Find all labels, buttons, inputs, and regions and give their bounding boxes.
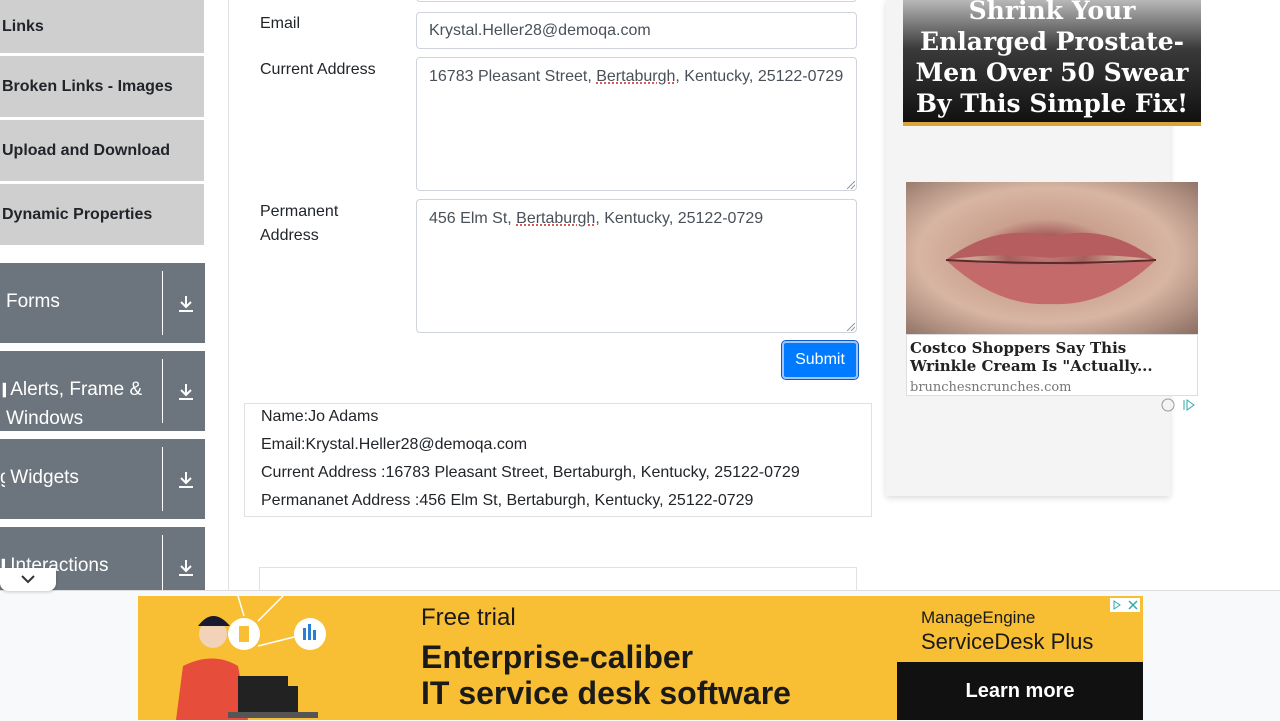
banner-product: ServiceDesk Plus [921, 629, 1094, 654]
output-permanent-address: Permananet Address :456 Elm St, Bertabur… [261, 492, 754, 509]
sidebar-group-alerts[interactable]: ▮ Alerts, Frame & Windows [0, 351, 205, 431]
sidebar-item-label: Broken Links - Images [2, 77, 173, 95]
divider [162, 535, 163, 591]
divider [162, 447, 163, 511]
sidebar-item-upload-download[interactable]: Upload and Download [0, 120, 204, 182]
learn-more-button[interactable]: Learn more [897, 662, 1143, 720]
sidebar-item-label: Links [2, 17, 44, 35]
content-divider [228, 0, 229, 600]
support-agent-illustration [176, 596, 326, 720]
sidebar-item-broken-links[interactable]: Broken Links - Images [0, 56, 204, 118]
sidebar-group-widgets[interactable]: g Widgets [0, 439, 205, 519]
ad-caption[interactable]: Costco Shoppers Say This Wrinkle Cream I… [906, 334, 1198, 396]
adchoices-icon[interactable] [1160, 398, 1200, 412]
download-icon [179, 296, 193, 312]
bottom-ad-banner[interactable]: Free trial Enterprise-caliber IT service… [138, 596, 1143, 720]
ad-headline-text: Shrink Your Enlarged Prostate-Men Over 5… [915, 0, 1189, 118]
ad-source: brunchesncrunches.com [910, 380, 1072, 395]
group-label-line1: Alerts, Frame & [10, 379, 143, 400]
ad-image[interactable] [906, 182, 1198, 334]
ad-headline[interactable]: Shrink Your Enlarged Prostate-Men Over 5… [903, 0, 1201, 126]
sidebar-item-dynamic-properties[interactable]: Dynamic Properties [0, 184, 204, 246]
output-current-address: Current Address :16783 Pleasant Street, … [261, 464, 800, 481]
permanent-address-value: 456 Elm St, Bertaburgh, Kentucky, 25122-… [429, 210, 764, 227]
email-field[interactable]: Krystal.Heller28@demoqa.com [416, 12, 857, 49]
group-label: ▮ Alerts, Frame & [1, 375, 142, 404]
banner-brand: ManageEngine [921, 608, 1036, 627]
group-label-text: Widgets [10, 467, 79, 488]
ad-close-icon[interactable] [1110, 598, 1140, 612]
permanent-address-label: Permanent Address [260, 203, 339, 244]
resize-handle-icon[interactable] [847, 323, 855, 331]
output-email: Email:Krystal.Heller28@demoqa.com [261, 436, 528, 453]
collapse-ad-button[interactable] [0, 568, 56, 591]
email-label: Email [260, 15, 301, 32]
download-icon [179, 560, 193, 576]
download-icon [179, 384, 193, 400]
divider [162, 271, 163, 335]
group-label: Forms [6, 291, 60, 312]
group-label: g Widgets [0, 463, 79, 492]
current-address-value: 16783 Pleasant Street, Bertaburgh, Kentu… [429, 68, 844, 85]
banner-headline-1: Enterprise-caliber [421, 639, 694, 675]
resize-handle-icon[interactable] [847, 181, 855, 189]
current-address-label: Current Address [260, 61, 376, 78]
current-address-field[interactable]: 16783 Pleasant Street, Bertaburgh, Kentu… [416, 57, 857, 191]
divider [162, 359, 163, 423]
download-icon [179, 472, 193, 488]
ad-caption-text: Costco Shoppers Say This Wrinkle Cream I… [910, 339, 1153, 375]
output-name: Name:Jo Adams [261, 408, 379, 425]
chevron-down-icon [21, 575, 35, 584]
permanent-address-field[interactable]: 456 Elm St, Bertaburgh, Kentucky, 25122-… [416, 199, 857, 333]
submit-button[interactable]: Submit [781, 340, 859, 380]
sidebar-group-forms[interactable]: Forms [0, 263, 205, 343]
sidebar-item-label: Dynamic Properties [2, 205, 153, 223]
email-value: Krystal.Heller28@demoqa.com [429, 22, 651, 39]
sidebar-item-label: Upload and Download [2, 141, 170, 159]
banner-headline-2: IT service desk software [421, 675, 791, 711]
lips-illustration [945, 232, 1157, 305]
output-panel: Name:Jo Adams Email:Krystal.Heller28@dem… [244, 403, 872, 517]
previous-field-edge [416, 0, 857, 2]
sidebar-item-links[interactable]: Links [0, 0, 204, 54]
group-label-line2: Windows [6, 408, 84, 429]
banner-free-trial: Free trial [421, 604, 516, 631]
